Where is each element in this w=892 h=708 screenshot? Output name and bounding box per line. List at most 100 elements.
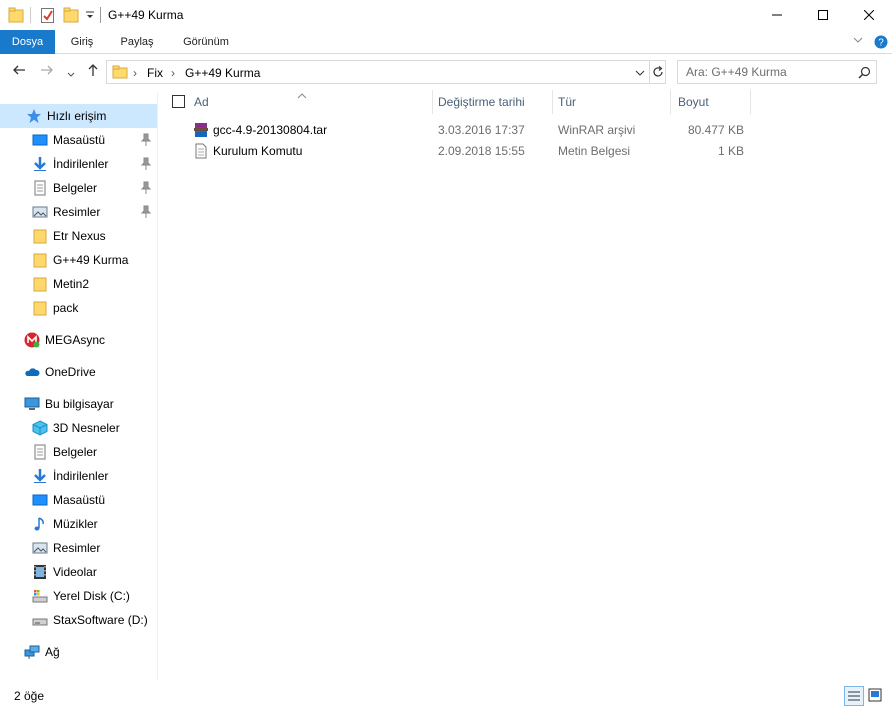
nav-item-metin2[interactable]: Metin2 [0, 272, 157, 296]
nav-item-pictures-pc[interactable]: Resimler [0, 536, 157, 560]
search-input[interactable] [686, 65, 846, 79]
address-bar[interactable]: › Fix › G++49 Kurma [106, 60, 666, 84]
breadcrumb-fix[interactable]: Fix [147, 66, 163, 80]
nav-item-megasync[interactable]: MEGAsync [0, 328, 157, 352]
tab-dosya[interactable]: Dosya [0, 30, 55, 54]
column-divider[interactable] [670, 90, 671, 114]
nav-item-desktop[interactable]: Masaüstü [0, 128, 157, 152]
tab-giris[interactable]: Giriş [60, 30, 104, 54]
up-arrow-icon[interactable] [86, 63, 100, 80]
column-header-name[interactable]: Ad [194, 88, 209, 116]
ribbon-expand-icon[interactable] [852, 34, 864, 49]
megasync-icon [24, 332, 40, 348]
address-divider [649, 61, 650, 83]
nav-item-gpp49-kurma[interactable]: G++49 Kurma [0, 248, 157, 272]
details-view-icon [848, 691, 860, 701]
pin-icon[interactable] [140, 133, 152, 147]
column-divider[interactable] [552, 90, 553, 114]
tab-gorunum[interactable]: Görünüm [172, 30, 240, 54]
nav-item-pictures[interactable]: Resimler [0, 200, 157, 224]
nav-label: Resimler [53, 541, 101, 555]
pin-icon[interactable] [140, 157, 152, 171]
nav-item-network[interactable]: Ağ [0, 640, 157, 664]
title-bar: G++49 Kurma [0, 0, 892, 30]
tab-paylas[interactable]: Paylaş [112, 30, 162, 54]
nav-label: Yerel Disk (C:) [53, 589, 130, 603]
nav-item-desktop-pc[interactable]: Masaüstü [0, 488, 157, 512]
pin-icon[interactable] [140, 181, 152, 195]
documents-icon [32, 180, 48, 196]
back-arrow-icon[interactable] [12, 63, 26, 80]
file-type: Metin Belgesi [558, 144, 631, 158]
search-icon[interactable] [858, 66, 871, 82]
new-folder-icon[interactable] [63, 6, 79, 24]
folder-icon [112, 65, 128, 82]
item-count: 2 öğe [14, 689, 45, 703]
refresh-icon[interactable] [651, 65, 665, 82]
folder-icon [32, 300, 48, 316]
folder-icon [32, 252, 48, 268]
title-divider [100, 7, 101, 23]
recent-locations-icon[interactable] [66, 66, 76, 82]
download-icon [32, 468, 48, 484]
nav-item-documents[interactable]: Belgeler [0, 176, 157, 200]
large-icons-view-icon [868, 688, 882, 702]
drive-icon [32, 612, 48, 628]
properties-icon[interactable] [40, 6, 56, 24]
nav-item-pack[interactable]: pack [0, 296, 157, 320]
pictures-icon [32, 540, 48, 556]
nav-item-local-disk-c[interactable]: Yerel Disk (C:) [0, 584, 157, 608]
file-name: gcc-4.9-20130804.tar [213, 123, 328, 137]
column-header-size[interactable]: Boyut [678, 88, 709, 116]
column-divider[interactable] [432, 90, 433, 114]
svg-text:?: ? [878, 38, 884, 49]
search-field[interactable] [677, 60, 877, 84]
nav-item-music[interactable]: Müzikler [0, 512, 157, 536]
videos-icon [32, 564, 48, 580]
documents-icon [32, 444, 48, 460]
qa-customize-icon[interactable] [85, 9, 95, 19]
select-all-checkbox[interactable] [172, 95, 185, 108]
folder-icon [32, 276, 48, 292]
table-row[interactable]: gcc-4.9-20130804.tar 3.03.2016 17:37 Win… [160, 120, 892, 141]
nav-item-downloads[interactable]: İndirilenler [0, 152, 157, 176]
file-name: Kurulum Komutu [213, 144, 303, 158]
column-header-modified[interactable]: Değiştirme tarihi [438, 88, 525, 116]
forward-arrow-icon[interactable] [40, 63, 54, 80]
address-dropdown-icon[interactable] [635, 67, 645, 81]
nav-label: Hızlı erişim [47, 109, 107, 123]
nav-item-3d-objects[interactable]: 3D Nesneler [0, 416, 157, 440]
nav-label: StaxSoftware (D:) [53, 613, 148, 627]
nav-item-documents-pc[interactable]: Belgeler [0, 440, 157, 464]
nav-item-onedrive[interactable]: OneDrive [0, 360, 157, 384]
minimize-button[interactable] [754, 0, 800, 30]
breadcrumb-current[interactable]: G++49 Kurma [185, 66, 260, 80]
table-row[interactable]: Kurulum Komutu 2.09.2018 15:55 Metin Bel… [160, 141, 892, 162]
download-icon [32, 156, 48, 172]
column-header-type[interactable]: Tür [558, 88, 576, 116]
help-icon[interactable]: ? [874, 35, 888, 52]
nav-label: Resimler [53, 205, 101, 219]
file-type: WinRAR arşivi [558, 123, 636, 137]
nav-item-this-pc[interactable]: Bu bilgisayar [0, 392, 157, 416]
chevron-right-icon: › [133, 66, 137, 80]
nav-label: 3D Nesneler [53, 421, 120, 435]
nav-item-downloads-pc[interactable]: İndirilenler [0, 464, 157, 488]
details-view-button[interactable] [844, 686, 864, 706]
pin-icon[interactable] [140, 205, 152, 219]
close-button[interactable] [846, 0, 892, 30]
qa-divider [30, 7, 31, 23]
star-icon [26, 108, 42, 124]
column-divider[interactable] [750, 90, 751, 114]
address-toolbar: › Fix › G++49 Kurma [0, 56, 892, 86]
text-document-icon [193, 143, 209, 162]
large-icons-view-button[interactable] [866, 686, 886, 706]
nav-label: Müzikler [53, 517, 98, 531]
pictures-icon [32, 204, 48, 220]
nav-quick-access[interactable]: Hızlı erişim [0, 104, 157, 128]
nav-item-videos[interactable]: Videolar [0, 560, 157, 584]
maximize-button[interactable] [800, 0, 846, 30]
nav-label: Belgeler [53, 181, 98, 195]
nav-item-staxsoftware-d[interactable]: StaxSoftware (D:) [0, 608, 157, 632]
nav-item-etr-nexus[interactable]: Etr Nexus [0, 224, 157, 248]
